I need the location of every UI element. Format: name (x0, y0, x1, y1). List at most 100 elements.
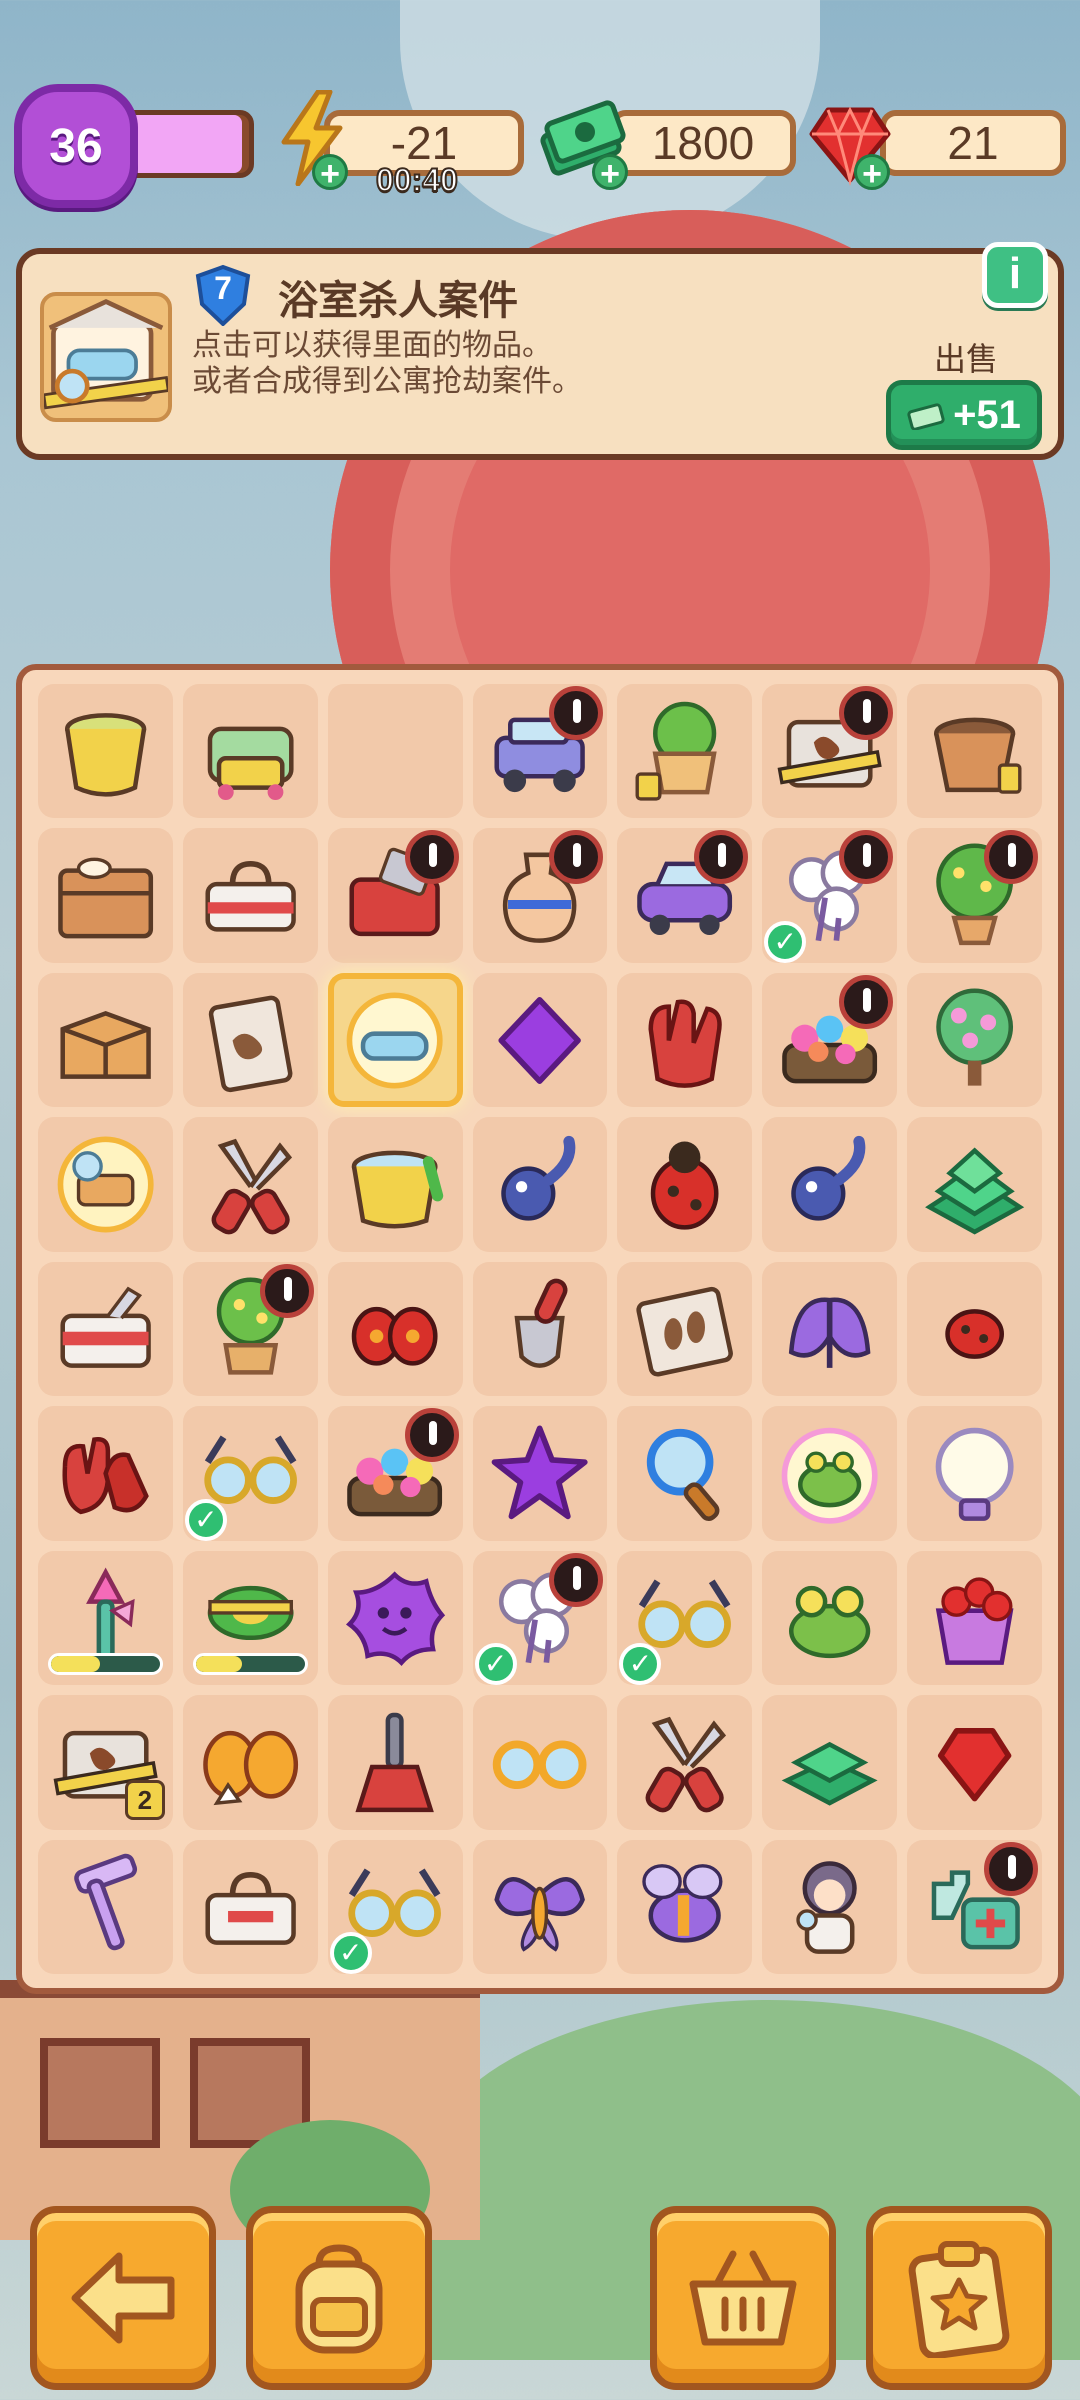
board-cell[interactable] (182, 828, 318, 963)
cleaning-cart-icon[interactable] (194, 695, 307, 808)
board-cell[interactable] (907, 1550, 1042, 1686)
sparkle-case-icon[interactable] (49, 1128, 162, 1241)
mop-bucket-icon[interactable] (338, 1128, 451, 1241)
soil-pot-icon[interactable] (918, 695, 1031, 808)
board-cell[interactable] (907, 1261, 1042, 1397)
board-cell[interactable] (907, 1695, 1042, 1830)
purple-blob-icon[interactable] (338, 1561, 451, 1674)
white-toolbox-icon[interactable] (194, 1850, 307, 1963)
board-cell[interactable] (472, 1117, 608, 1252)
board-cell[interactable] (182, 1261, 318, 1397)
board-cell[interactable] (762, 972, 898, 1108)
purple-star-icon[interactable] (483, 1417, 596, 1530)
board-cell[interactable] (327, 1695, 463, 1830)
board-cell[interactable] (38, 1406, 173, 1541)
board-cell[interactable] (327, 1406, 463, 1541)
backpack-button[interactable] (246, 2206, 432, 2390)
board-cell[interactable] (327, 828, 463, 963)
board-cell[interactable] (617, 1695, 753, 1830)
magnifier-icon[interactable] (628, 1417, 741, 1530)
board-cell[interactable] (617, 828, 753, 963)
board-cell[interactable] (762, 1550, 898, 1686)
frog-icon[interactable] (773, 1561, 886, 1674)
red-gem-icon[interactable] (918, 1706, 1031, 1819)
glowing-frog-icon[interactable] (773, 1417, 886, 1530)
cash-pile-icon[interactable] (918, 1128, 1031, 1241)
bathtub-case-icon[interactable] (338, 984, 451, 1097)
pruning-shears-icon[interactable] (628, 1706, 741, 1819)
item-info-button[interactable]: i (982, 242, 1048, 308)
board-cell[interactable] (327, 1117, 463, 1252)
board-cell[interactable] (327, 1550, 463, 1686)
board-cell[interactable] (182, 1695, 318, 1830)
tasks-button[interactable] (866, 2206, 1052, 2390)
board-cell[interactable] (38, 1839, 173, 1974)
board-cell[interactable] (907, 828, 1042, 963)
yellow-glasses-icon[interactable] (483, 1706, 596, 1819)
twin-bugs-icon[interactable] (338, 1273, 451, 1386)
light-bulb-icon[interactable] (918, 1417, 1031, 1530)
board-cell[interactable] (907, 1117, 1042, 1252)
back-button[interactable] (30, 2206, 216, 2390)
board-cell[interactable] (327, 972, 463, 1108)
board-cell[interactable] (38, 828, 173, 963)
hammer-icon[interactable] (49, 1850, 162, 1963)
board-cell[interactable] (617, 684, 753, 819)
board-cell[interactable]: ✓ (472, 1550, 608, 1686)
board-cell[interactable] (472, 1261, 608, 1397)
purple-moth-icon[interactable] (773, 1273, 886, 1386)
plant-pot-icon[interactable] (628, 695, 741, 808)
board-cell[interactable]: ✓ (182, 1406, 318, 1541)
board-cell[interactable] (762, 684, 898, 819)
board-cell[interactable]: ✓ (762, 828, 898, 963)
board-cell[interactable] (762, 1695, 898, 1830)
red-gloves-icon[interactable] (49, 1417, 162, 1530)
tadpole-icon[interactable] (483, 1128, 596, 1241)
board-cell[interactable] (907, 1839, 1042, 1974)
board-cell[interactable] (617, 1117, 753, 1252)
board-cell[interactable] (182, 684, 318, 819)
board-cell[interactable] (472, 684, 608, 819)
purple-gem-icon[interactable] (483, 984, 596, 1097)
footprint-bag-icon[interactable] (628, 1273, 741, 1386)
small-ladybug-icon[interactable] (918, 1273, 1031, 1386)
board-cell[interactable] (182, 1550, 318, 1686)
board-cell[interactable] (617, 1406, 753, 1541)
bucket-icon[interactable] (49, 695, 162, 808)
board-cell[interactable] (182, 1117, 318, 1252)
board-cell[interactable] (38, 1261, 173, 1397)
cash-stack-icon[interactable] (773, 1706, 886, 1819)
cash-add-button[interactable]: + (592, 154, 628, 191)
gem-bucket-icon[interactable] (918, 1561, 1031, 1674)
pruning-shears-icon[interactable] (194, 1128, 307, 1241)
shop-basket-button[interactable] (650, 2206, 836, 2390)
board-cell[interactable] (762, 1839, 898, 1974)
purple-bee-icon[interactable] (628, 1850, 741, 1963)
board-cell[interactable] (907, 972, 1042, 1108)
board-cell[interactable] (762, 1117, 898, 1252)
board-cell[interactable] (472, 1839, 608, 1974)
board-cell[interactable] (327, 1261, 463, 1397)
board-cell[interactable] (617, 1261, 753, 1397)
sell-button[interactable]: +51 (886, 380, 1042, 450)
toolbox-icon[interactable] (49, 1273, 162, 1386)
evidence-bag-icon[interactable] (194, 984, 307, 1097)
broom-icon[interactable] (338, 1706, 451, 1819)
trowel-icon[interactable] (483, 1273, 596, 1386)
board-cell[interactable] (907, 1406, 1042, 1541)
board-cell[interactable]: ✓ (327, 1839, 463, 1974)
board-cell[interactable]: ✓ (617, 1550, 753, 1686)
board-cell[interactable] (182, 1839, 318, 1974)
board-cell[interactable] (38, 1117, 173, 1252)
board-cell[interactable] (762, 1406, 898, 1541)
energy-add-button[interactable]: + (312, 154, 348, 191)
board-cell[interactable]: 2 (38, 1695, 173, 1830)
cardboard-box-icon[interactable] (49, 984, 162, 1097)
player-level-badge[interactable]: 36 (14, 84, 138, 208)
board-cell[interactable] (907, 684, 1042, 819)
tadpole-icon[interactable] (773, 1128, 886, 1241)
detective-girl-icon[interactable] (773, 1850, 886, 1963)
butterfly-bugs-icon[interactable] (194, 1706, 307, 1819)
board-cell[interactable] (472, 1695, 608, 1830)
storage-crate-icon[interactable] (49, 839, 162, 952)
